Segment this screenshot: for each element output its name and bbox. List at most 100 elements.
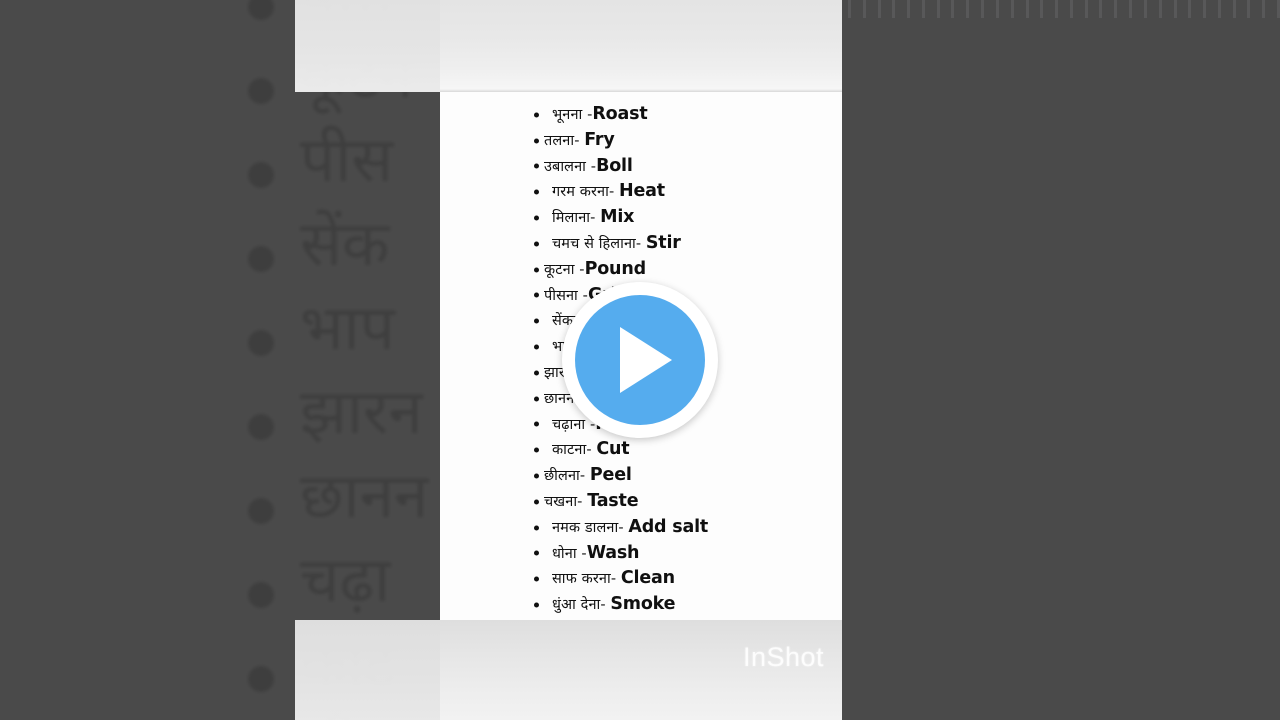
vocabulary-row: साफ करना- Clean bbox=[440, 566, 842, 592]
spiral-ring-icon bbox=[1143, 0, 1162, 18]
english-translation: Heat bbox=[619, 181, 665, 202]
spiral-ring-icon bbox=[936, 0, 955, 18]
hindi-term: चखना bbox=[544, 493, 578, 510]
backdrop-light-strip-top bbox=[295, 0, 440, 92]
bullet-icon bbox=[534, 550, 539, 556]
spiral-ring-icon bbox=[907, 0, 925, 18]
vocabulary-row: छीलना- Peel bbox=[440, 463, 842, 489]
bullet-icon bbox=[534, 215, 539, 221]
bullet-icon bbox=[534, 447, 539, 453]
vocabulary-row: भूनना -Roast bbox=[440, 102, 842, 128]
hindi-term: भूनना bbox=[552, 107, 588, 123]
backdrop-dark-overlay bbox=[0, 0, 440, 720]
bullet-icon bbox=[534, 421, 539, 427]
spiral-ring-icon bbox=[1232, 0, 1251, 18]
english-translation: Clean bbox=[620, 568, 675, 589]
vocabulary-row: गरम करना- Heat bbox=[440, 179, 842, 205]
bullet-icon bbox=[534, 576, 539, 582]
card-top-gradient bbox=[440, 0, 842, 92]
spiral-ring-icon bbox=[1262, 0, 1280, 18]
english-translation: Add salt bbox=[628, 516, 709, 537]
hindi-term: नमक डालना bbox=[552, 519, 619, 536]
vocabulary-row: उबालना -Boll bbox=[440, 154, 842, 180]
english-translation: Boll bbox=[596, 155, 633, 176]
video-player-stage: ब...कूटनपीससेंकभापझारनछाननचढ़ाकाटछील भून… bbox=[0, 0, 1280, 720]
vocabulary-row: चमच से हिलाना- Stir bbox=[440, 231, 842, 257]
hindi-term: साफ करना bbox=[552, 571, 611, 588]
spiral-ring-icon bbox=[1055, 0, 1073, 18]
vocabulary-row: मिलाना- Mix bbox=[440, 205, 842, 231]
play-button-disc bbox=[575, 295, 705, 425]
vocabulary-row: धुंआ देना- Smoke bbox=[440, 592, 842, 618]
bullet-icon bbox=[534, 525, 539, 531]
hindi-term: उबालना bbox=[544, 158, 591, 175]
english-translation: Stir bbox=[645, 232, 681, 253]
spiral-binding-icon bbox=[842, 0, 1280, 18]
separator: - bbox=[618, 519, 629, 536]
bullet-icon bbox=[534, 396, 539, 402]
spiral-ring-icon bbox=[877, 0, 896, 18]
vocabulary-row: धोना -Wash bbox=[440, 541, 842, 567]
english-translation: Taste bbox=[587, 490, 639, 511]
bullet-icon bbox=[534, 499, 539, 505]
hindi-term: चमच से हिलाना bbox=[552, 235, 636, 252]
hindi-term: मिलाना bbox=[552, 210, 591, 227]
hindi-term: धोना bbox=[552, 545, 582, 562]
hindi-term: चढ़ाना bbox=[552, 416, 590, 433]
bullet-icon bbox=[534, 112, 539, 118]
separator: - bbox=[574, 132, 585, 149]
vocabulary-row: काटना- Cut bbox=[440, 437, 842, 463]
english-translation: Pound bbox=[584, 258, 646, 279]
english-translation: Peel bbox=[589, 465, 632, 486]
inshot-watermark: InShot bbox=[742, 642, 824, 672]
separator: - bbox=[635, 235, 646, 252]
bullet-icon bbox=[534, 241, 539, 247]
spiral-ring-icon bbox=[1173, 0, 1192, 18]
hindi-term: काटना bbox=[552, 442, 587, 459]
separator: - bbox=[577, 493, 588, 510]
separator: - bbox=[579, 468, 590, 485]
separator: - bbox=[610, 571, 621, 588]
spiral-ring-icon bbox=[1025, 0, 1044, 18]
bullet-icon bbox=[534, 318, 539, 324]
hindi-term: कूटना bbox=[544, 261, 580, 278]
vocabulary-row: कूटना -Pound bbox=[440, 257, 842, 283]
hindi-term: धुंआ देना bbox=[552, 597, 601, 614]
bullet-icon bbox=[534, 602, 539, 608]
bullet-icon bbox=[534, 267, 539, 273]
english-translation: Wash bbox=[586, 542, 640, 563]
vocabulary-row: तलना- Fry bbox=[440, 128, 842, 154]
separator: - bbox=[590, 210, 601, 227]
spiral-ring-icon bbox=[1084, 0, 1103, 18]
bullet-icon bbox=[534, 163, 539, 169]
hindi-term: पीसना bbox=[544, 287, 583, 304]
hindi-term: छीलना bbox=[544, 468, 580, 485]
separator: - bbox=[600, 597, 611, 614]
vocabulary-row: नमक डालना- Add salt bbox=[440, 515, 842, 541]
separator: - bbox=[608, 184, 619, 201]
spiral-ring-icon bbox=[1203, 0, 1221, 18]
backdrop-light-strip-bottom bbox=[295, 620, 440, 720]
bullet-icon bbox=[534, 370, 539, 376]
bullet-icon bbox=[534, 292, 539, 298]
english-translation: Mix bbox=[600, 207, 635, 228]
play-button[interactable] bbox=[562, 282, 718, 438]
card-bottom-gradient: InShot bbox=[440, 620, 842, 720]
spiral-ring-icon bbox=[966, 0, 984, 18]
english-translation: Smoke bbox=[610, 594, 676, 615]
hindi-term: तलना bbox=[544, 132, 575, 149]
spiral-ring-icon bbox=[1114, 0, 1132, 18]
bullet-icon bbox=[534, 344, 539, 350]
backdrop-right-band bbox=[842, 0, 1280, 720]
english-translation: Cut bbox=[596, 439, 630, 460]
spiral-ring-icon bbox=[995, 0, 1014, 18]
spiral-ring-icon bbox=[848, 0, 866, 18]
blurred-backdrop-left: ब...कूटनपीससेंकभापझारनछाननचढ़ाकाटछील bbox=[0, 0, 440, 720]
separator: - bbox=[586, 442, 597, 459]
english-translation: Fry bbox=[584, 129, 615, 150]
bullet-icon bbox=[534, 189, 539, 195]
play-triangle-icon bbox=[620, 327, 672, 393]
hindi-term: गरम करना bbox=[552, 184, 609, 201]
bullet-icon bbox=[534, 473, 539, 479]
vocabulary-row: चखना- Taste bbox=[440, 489, 842, 515]
